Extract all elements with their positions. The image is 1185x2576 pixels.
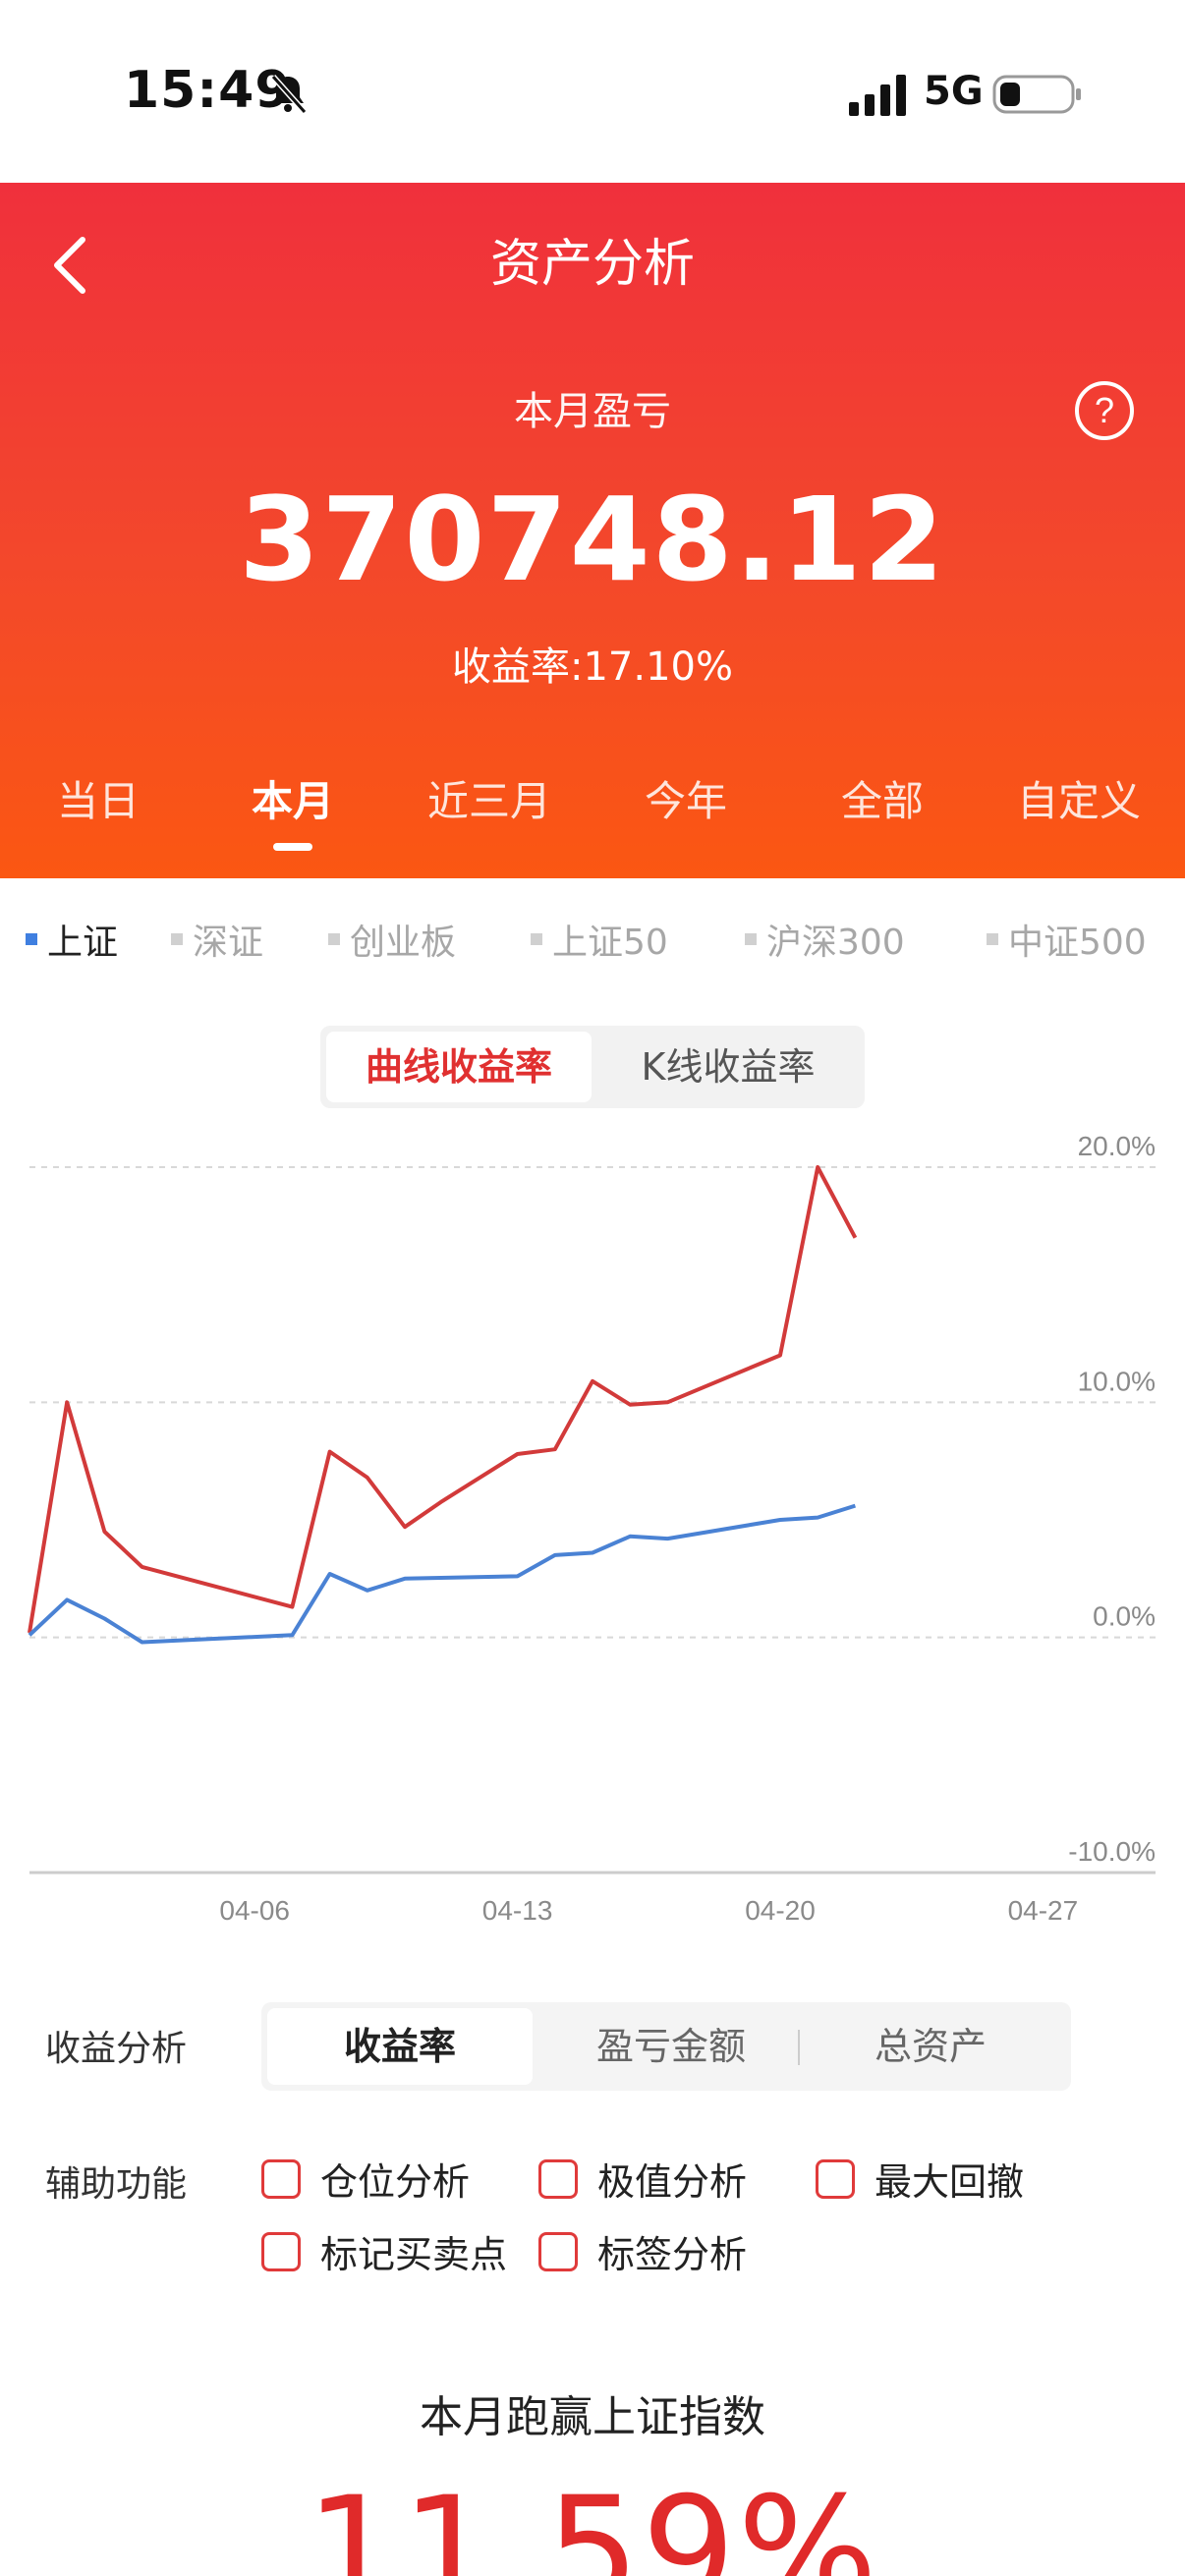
- checkbox-label: 标签分析: [597, 2233, 748, 2276]
- pnl-amount-option[interactable]: 盈亏金额: [538, 2008, 804, 2085]
- total-assets-option[interactable]: 总资产: [798, 2008, 1063, 2085]
- legend-square: [26, 933, 37, 945]
- chart-type-toggle: 曲线收益率 K线收益率: [320, 1026, 865, 1108]
- curve-return-option[interactable]: 曲线收益率: [326, 1032, 592, 1102]
- index-sse50[interactable]: 上证50: [531, 914, 668, 965]
- y-tick-label: 20.0%: [1078, 1131, 1156, 1161]
- index-csi300[interactable]: 沪深300: [745, 914, 905, 965]
- question-circle-icon[interactable]: ?: [1073, 379, 1136, 442]
- x-tick-label: 04-20: [745, 1895, 816, 1926]
- beat-index-title: 本月跑赢上证指数: [420, 2392, 765, 2442]
- active-tab-indicator: [273, 843, 312, 851]
- x-tick-label: 04-13: [482, 1895, 553, 1926]
- legend-square: [745, 933, 757, 945]
- tab-three-months[interactable]: 近三月: [391, 768, 588, 828]
- tab-this-month[interactable]: 本月: [195, 768, 391, 851]
- checkbox-box: [261, 2231, 301, 2271]
- beat-index-value: 11.59%: [306, 2466, 879, 2576]
- legend-square: [987, 933, 998, 945]
- checkbox-label: 仓位分析: [320, 2160, 471, 2204]
- index-selector: 上证 深证 创业板 上证50 沪深300 中证500: [0, 914, 1185, 973]
- analysis-toggle: 收益率 盈亏金额 总资产: [261, 2002, 1071, 2091]
- checkbox-label: 极值分析: [597, 2160, 748, 2204]
- analysis-label: 收益分析: [45, 2029, 188, 2069]
- checkbox-box: [816, 2158, 855, 2199]
- index-csi500[interactable]: 中证500: [987, 914, 1147, 965]
- index-label: 上证50: [552, 923, 668, 963]
- mark-trades-checkbox[interactable]: 标记买卖点: [261, 2224, 507, 2278]
- position-analysis-checkbox[interactable]: 仓位分析: [261, 2152, 470, 2206]
- legend-square: [171, 933, 183, 945]
- kline-return-option[interactable]: K线收益率: [595, 1032, 861, 1102]
- legend-square: [531, 933, 542, 945]
- x-tick-label: 04-06: [219, 1895, 290, 1926]
- account-return-line: [28, 1165, 858, 1634]
- max-drawdown-checkbox[interactable]: 最大回撤: [816, 2152, 1024, 2206]
- bell-slash-icon: [270, 75, 308, 114]
- index-shenzhen[interactable]: 深证: [171, 914, 263, 965]
- network-type: 5G: [924, 69, 984, 114]
- checkbox-box: [538, 2231, 578, 2271]
- return-chart: 20.0% 10.0% 0.0% -10.0% 04-06 04-13 04-20 04-27: [0, 1120, 1185, 1945]
- tag-analysis-checkbox[interactable]: 标签分析: [538, 2224, 747, 2278]
- return-rate-option[interactable]: 收益率: [267, 2008, 533, 2085]
- y-tick-label: -10.0%: [1068, 1836, 1156, 1867]
- aux-label: 辅助功能: [45, 2164, 188, 2205]
- checkbox-box: [261, 2158, 301, 2199]
- battery-icon: [992, 75, 1081, 114]
- checkbox-label: 最大回撤: [875, 2160, 1025, 2204]
- index-label: 沪深300: [766, 923, 905, 963]
- index-chinext[interactable]: 创业板: [328, 914, 456, 965]
- legend-square: [328, 933, 340, 945]
- status-bar: 15:49 5G: [0, 0, 1185, 183]
- index-label: 创业板: [350, 923, 457, 963]
- return-rate: 收益率:17.10%: [452, 644, 733, 690]
- page-title: 资产分析: [489, 235, 695, 294]
- checkbox-box: [538, 2158, 578, 2199]
- x-tick-label: 04-27: [1008, 1895, 1079, 1926]
- period-tabs: 当日 本月 近三月 今年 全部 自定义: [0, 768, 1185, 876]
- tab-all[interactable]: 全部: [784, 768, 981, 828]
- y-tick-label: 10.0%: [1078, 1366, 1156, 1396]
- tab-custom[interactable]: 自定义: [981, 768, 1177, 828]
- extreme-analysis-checkbox[interactable]: 极值分析: [538, 2152, 747, 2206]
- return-chart-svg: 20.0% 10.0% 0.0% -10.0% 04-06 04-13 04-20 04-27: [28, 1131, 1156, 1926]
- tab-today[interactable]: 当日: [0, 768, 197, 828]
- index-return-line: [28, 1503, 856, 1645]
- svg-text:?: ?: [1095, 390, 1114, 430]
- tab-label: 本月: [251, 777, 334, 825]
- period-pnl-label: 本月盈亏: [514, 389, 671, 434]
- checkbox-label: 标记买卖点: [320, 2233, 508, 2276]
- index-shanghai[interactable]: 上证: [26, 914, 118, 965]
- index-label: 中证500: [1008, 923, 1147, 963]
- asset-header: 资产分析 本月盈亏 ? 370748.12 收益率:17.10% 当日 本月 近…: [0, 183, 1185, 878]
- index-label: 上证: [47, 923, 119, 963]
- y-tick-label: 0.0%: [1093, 1601, 1156, 1632]
- signal-icon: [849, 75, 906, 116]
- pnl-amount: 370748.12: [239, 472, 946, 607]
- index-label: 深证: [193, 923, 264, 963]
- tab-this-year[interactable]: 今年: [588, 768, 784, 828]
